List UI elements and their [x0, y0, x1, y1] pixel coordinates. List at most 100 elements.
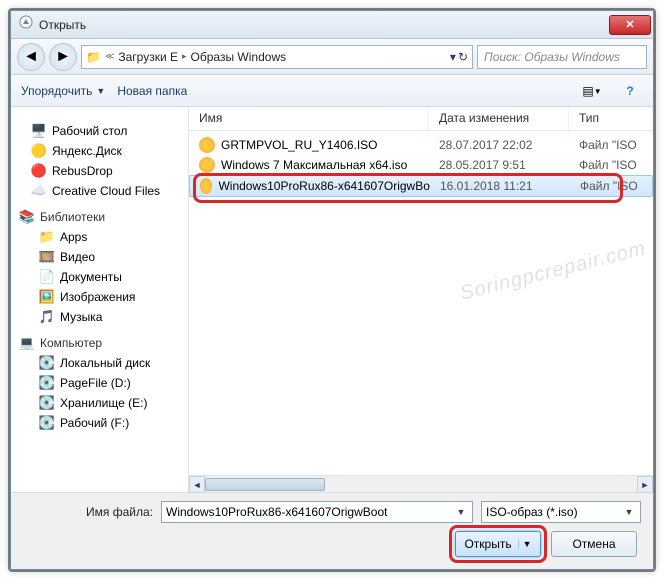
folder-icon: 📄 — [39, 269, 55, 285]
address-bar[interactable]: 📁 ≪ Загрузки E▸ Образы Windows ▾ ↻ — [81, 45, 473, 69]
breadcrumb-seg-2[interactable]: Образы Windows — [191, 50, 287, 64]
folder-icon: ☁️ — [31, 183, 47, 199]
sidebar-item-label: RebusDrop — [52, 164, 113, 178]
file-row[interactable]: ⚡ Windows10ProRux86-x641607OrigwBoot...16… — [189, 175, 653, 197]
folder-icon: 💽 — [39, 375, 55, 391]
sidebar-item[interactable]: 🖥️ Рабочий стол — [11, 121, 188, 141]
help-icon: ? — [626, 84, 633, 98]
filename-input[interactable] — [166, 503, 454, 521]
sidebar-header[interactable]: 💻Компьютер — [11, 333, 188, 353]
folder-icon: 💽 — [39, 395, 55, 411]
back-button[interactable]: ◄ — [17, 43, 45, 71]
sidebar-item[interactable]: 📁 Apps — [11, 227, 188, 247]
file-type: Файл "ISO — [569, 158, 653, 172]
organize-label: Упорядочить — [21, 84, 92, 98]
sidebar-item[interactable]: 💽 Хранилище (E:) — [11, 393, 188, 413]
sidebar-item-label: Изображения — [60, 290, 135, 304]
filename-label: Имя файла: — [23, 505, 153, 519]
search-input[interactable]: Поиск: Образы Windows — [477, 45, 647, 69]
view-menu[interactable]: ▤▼ — [579, 80, 605, 102]
column-date[interactable]: Дата изменения — [429, 107, 569, 130]
cancel-button[interactable]: Отмена — [551, 531, 637, 557]
file-list[interactable]: ⚡GRTMPVOL_RU_Y1406.ISO28.07.2017 22:02Фа… — [189, 131, 653, 475]
sidebar-item[interactable]: 🔴 RebusDrop — [11, 161, 188, 181]
window-title: Открыть — [39, 18, 609, 32]
file-list-panel: Имя Дата изменения Тип ⚡GRTMPVOL_RU_Y140… — [189, 107, 653, 492]
sidebar-item[interactable]: 💽 PageFile (D:) — [11, 373, 188, 393]
sidebar-item[interactable]: 🖼️ Изображения — [11, 287, 188, 307]
breadcrumb-seg-1[interactable]: Загрузки E ▸ — [118, 50, 186, 64]
iso-file-icon: ⚡ — [200, 178, 212, 194]
folder-icon: 🔴 — [31, 163, 47, 179]
footer: Имя файла: ▼ ISO-образ (*.iso) ▼ Открыть… — [11, 492, 653, 569]
dropdown-icon[interactable]: ▼ — [454, 507, 468, 517]
column-header-row: Имя Дата изменения Тип — [189, 107, 653, 131]
sidebar-item[interactable]: ☁️Creative Cloud Files — [11, 181, 188, 201]
file-type: Файл "ISO — [570, 179, 652, 193]
folder-icon: 💽 — [39, 355, 55, 371]
horizontal-scrollbar[interactable]: ◄ ► — [189, 475, 653, 492]
sidebar-item-label: Яндекс.Диск — [52, 144, 122, 158]
column-type[interactable]: Тип — [569, 107, 653, 130]
sidebar-item-label: Хранилище (E:) — [60, 396, 147, 410]
sidebar-header-label: Библиотеки — [40, 210, 105, 224]
file-name: Windows10ProRux86-x641607OrigwBoot... — [218, 179, 430, 193]
file-row[interactable]: ⚡GRTMPVOL_RU_Y1406.ISO28.07.2017 22:02Фа… — [189, 135, 653, 155]
sidebar-item[interactable]: 📄 Документы — [11, 267, 188, 287]
sidebar-item-label: Документы — [60, 270, 122, 284]
dropdown-icon[interactable]: ▼ — [518, 539, 532, 549]
scroll-right-icon[interactable]: ► — [637, 476, 653, 493]
organize-menu[interactable]: Упорядочить ▼ — [21, 84, 105, 98]
refresh-icon[interactable]: ↻ — [458, 50, 468, 64]
dropdown-icon[interactable]: ▾ — [450, 50, 456, 64]
new-folder-button[interactable]: Новая папка — [117, 84, 187, 98]
filename-combo[interactable]: ▼ — [161, 501, 473, 523]
chevron-right-icon: ▸ — [182, 51, 187, 62]
iso-file-icon: ⚡ — [199, 157, 215, 173]
sidebar-item[interactable]: 🎵Музыка — [11, 307, 188, 327]
folder-icon: 🖥️ — [31, 123, 47, 139]
file-name: Windows 7 Максимальная x64.iso — [221, 158, 407, 172]
folder-icon: 📁 — [39, 229, 55, 245]
sidebar-item-label: Локальный диск — [60, 356, 150, 370]
open-button[interactable]: Открыть ▼ — [455, 531, 541, 557]
sidebar-item-label: Музыка — [60, 310, 102, 324]
iso-file-icon: ⚡ — [199, 137, 215, 153]
search-placeholder: Поиск: Образы Windows — [484, 50, 620, 64]
sidebar-item[interactable]: 🎞️Видео — [11, 247, 188, 267]
scroll-thumb[interactable] — [205, 478, 325, 491]
sidebar-item[interactable]: 💽Рабочий (F:) — [11, 413, 188, 433]
sidebar-item-label: PageFile (D:) — [60, 376, 131, 390]
file-type: Файл "ISO — [569, 138, 653, 152]
folder-icon: 💽 — [39, 415, 55, 431]
sidebar-item[interactable]: 💽 Локальный диск — [11, 353, 188, 373]
toolbar: Упорядочить ▼ Новая папка ▤▼ ? — [11, 75, 653, 107]
sidebar-item-label: Рабочий стол — [52, 124, 127, 138]
column-name[interactable]: Имя — [189, 107, 429, 130]
forward-button[interactable]: ► — [49, 43, 77, 71]
sidebar-header[interactable]: 📚 Библиотеки — [11, 207, 188, 227]
app-icon — [19, 15, 33, 34]
view-icon: ▤ — [582, 84, 593, 98]
dropdown-icon[interactable]: ▼ — [622, 507, 636, 517]
file-date: 28.05.2017 9:51 — [429, 158, 569, 172]
file-date: 16.01.2018 11:21 — [430, 179, 570, 193]
folder-icon: 🟡 — [31, 143, 47, 159]
titlebar[interactable]: Открыть ✕ — [11, 11, 653, 39]
folder-icon: 🖼️ — [39, 289, 55, 305]
help-button[interactable]: ? — [617, 80, 643, 102]
filetype-combo[interactable]: ISO-образ (*.iso) ▼ — [481, 501, 641, 523]
file-row[interactable]: ⚡ Windows 7 Максимальная x64.iso 28.05.201… — [189, 155, 653, 175]
breadcrumb-label: Образы Windows — [191, 50, 287, 64]
scroll-left-icon[interactable]: ◄ — [189, 476, 205, 493]
open-file-dialog: Открыть ✕ ◄ ► 📁 ≪ Загрузки E▸ Образы Win… — [10, 10, 654, 570]
sidebar[interactable]: 🖥️ Рабочий стол 🟡 Яндекс.Диск 🔴 RebusDrop ☁️Cr… — [11, 107, 189, 492]
library-icon: 📚 — [19, 209, 35, 225]
sidebar-item[interactable]: 🟡 Яндекс.Диск — [11, 141, 188, 161]
dropdown-icon: ▼ — [96, 86, 105, 96]
dropdown-icon: ▼ — [594, 87, 602, 96]
close-button[interactable]: ✕ — [609, 15, 651, 35]
breadcrumb-label: Загрузки E — [118, 50, 178, 64]
sidebar-item-label: Apps — [60, 230, 87, 244]
folder-icon: 🎞️ — [39, 249, 55, 265]
